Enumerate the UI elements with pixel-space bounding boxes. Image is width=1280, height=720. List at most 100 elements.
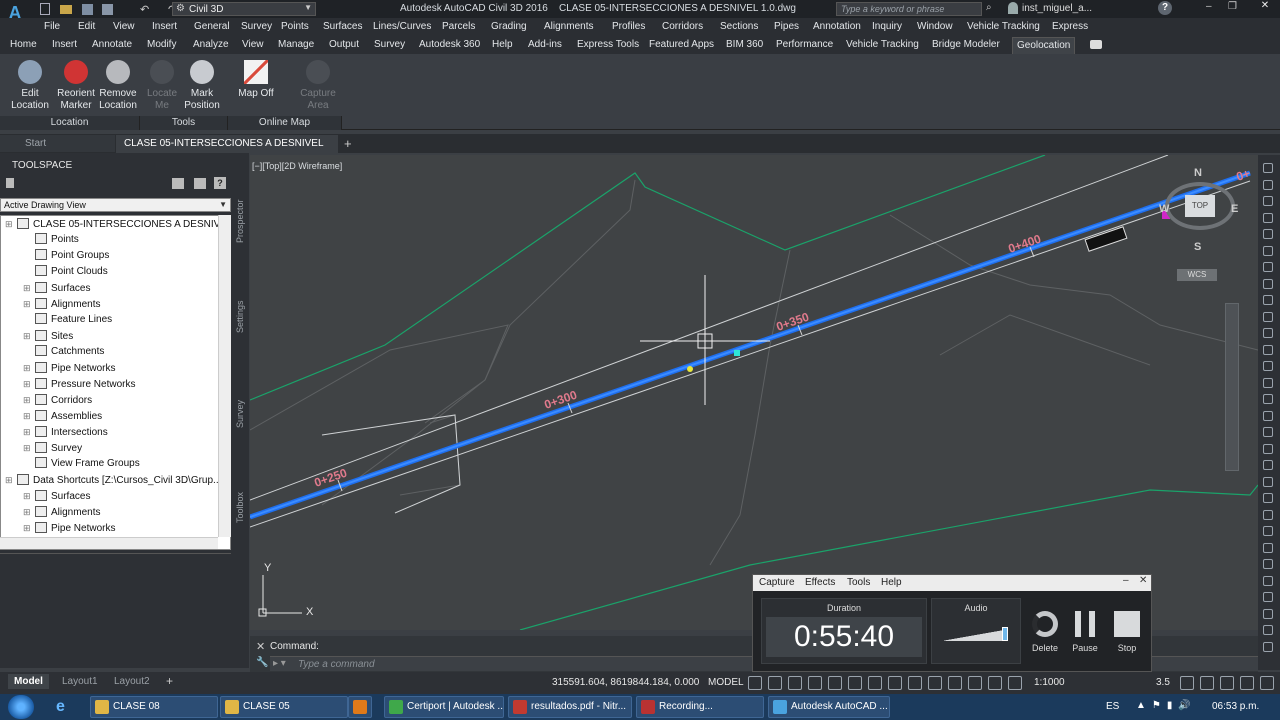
palette-tool-icon[interactable] xyxy=(1263,443,1273,454)
layout-tab-model[interactable]: Model xyxy=(8,674,49,689)
tab-performance[interactable]: Performance xyxy=(776,39,833,50)
expand-icon[interactable]: ⊞ xyxy=(23,392,35,408)
status-toggle-icon[interactable] xyxy=(768,676,782,690)
tab-bim-360[interactable]: BIM 360 xyxy=(726,39,763,50)
taskbar-button[interactable]: CLASE 08 xyxy=(90,696,218,718)
taskbar-button[interactable]: CLASE 05 xyxy=(220,696,348,718)
expand-icon[interactable]: ⊞ xyxy=(23,296,35,312)
expand-icon[interactable]: ⊞ xyxy=(23,328,35,344)
maximize-button[interactable]: ❐ xyxy=(1228,1,1237,12)
close-button[interactable]: ✕ xyxy=(1252,0,1278,16)
help-icon[interactable]: ? xyxy=(1158,1,1172,15)
tree-item-assemblies[interactable]: ⊞ Assemblies xyxy=(1,408,230,424)
help-icon[interactable]: ? xyxy=(214,177,226,189)
ribbon-button-capture[interactable]: Capture Area xyxy=(296,60,340,112)
ribbon-button-edit[interactable]: Edit Location xyxy=(8,60,52,112)
tree-item-point-groups[interactable]: Point Groups xyxy=(1,248,230,264)
palette-tool-icon[interactable] xyxy=(1263,542,1273,553)
recorder-menu-help[interactable]: Help xyxy=(881,577,902,588)
new-tab-button[interactable]: + xyxy=(344,136,352,151)
menu-sections[interactable]: Sections xyxy=(720,21,758,32)
tab-output[interactable]: Output xyxy=(329,39,359,50)
status-toggle-icon[interactable] xyxy=(908,676,922,690)
palette-tool-icon[interactable] xyxy=(1263,245,1273,256)
tab-home[interactable]: Home xyxy=(10,39,37,50)
palette-tool-icon[interactable] xyxy=(1263,625,1273,635)
menu-points[interactable]: Points xyxy=(281,21,309,32)
tab-annotate[interactable]: Annotate xyxy=(92,39,132,50)
taskbar-button[interactable]: Recording... xyxy=(636,696,764,718)
status-toggle-icon[interactable] xyxy=(968,676,982,690)
palette-tool-icon[interactable] xyxy=(1263,196,1273,206)
taskbar-button[interactable]: Certiport | Autodesk ... xyxy=(384,696,504,718)
view-dropdown[interactable]: Active Drawing View ▼ xyxy=(0,198,231,212)
tab-modify[interactable]: Modify xyxy=(147,39,176,50)
tree-item-feature-lines[interactable]: Feature Lines xyxy=(1,312,230,328)
palette-tool-icon[interactable] xyxy=(1263,163,1273,173)
status-toggle-icon[interactable] xyxy=(1240,676,1254,690)
recorder-menu-tools[interactable]: Tools xyxy=(847,577,870,588)
menu-express[interactable]: Express xyxy=(1052,21,1088,32)
side-tab-prospector[interactable]: Prospector xyxy=(235,199,245,243)
tab-add-ins[interactable]: Add-ins xyxy=(528,39,562,50)
layout-tab-layout2[interactable]: Layout2 xyxy=(108,674,156,689)
tab-start[interactable]: Start xyxy=(0,135,115,152)
status-toggle-icon[interactable] xyxy=(1260,676,1274,690)
palette-tool-icon[interactable] xyxy=(1263,377,1273,388)
side-tab-toolbox[interactable]: Toolbox xyxy=(235,492,245,523)
palette-tool-icon[interactable] xyxy=(1263,229,1273,239)
audio-slider-thumb[interactable] xyxy=(1002,627,1008,641)
palette-tool-icon[interactable] xyxy=(1263,278,1273,289)
expand-icon[interactable]: ⊞ xyxy=(23,408,35,424)
palette-tool-icon[interactable] xyxy=(1263,460,1273,470)
tree-item-corridors[interactable]: ⊞ Corridors xyxy=(1,392,230,408)
viewcube-top-face[interactable]: TOP xyxy=(1185,195,1215,217)
side-tab-settings[interactable]: Settings xyxy=(235,300,245,333)
tab-analyze[interactable]: Analyze xyxy=(193,39,229,50)
menu-profiles[interactable]: Profiles xyxy=(612,21,645,32)
palette-tool-icon[interactable] xyxy=(1263,427,1273,437)
palette-tool-icon[interactable] xyxy=(1263,493,1273,503)
status-toggle-icon[interactable] xyxy=(1180,676,1194,690)
tab-view[interactable]: View xyxy=(242,39,264,50)
palette-tool-icon[interactable] xyxy=(1263,476,1273,487)
palette-tool-icon[interactable] xyxy=(1263,394,1273,404)
expand-icon[interactable]: ⊞ xyxy=(23,520,35,536)
delete-button[interactable]: Delete xyxy=(1029,611,1061,657)
pause-button[interactable]: Pause xyxy=(1069,611,1101,657)
palette-tool-icon[interactable] xyxy=(1263,361,1273,371)
taskbar-button[interactable]: Autodesk AutoCAD ... xyxy=(768,696,890,718)
taskbar-button[interactable]: resultados.pdf - Nitr... xyxy=(508,696,632,718)
menu-edit[interactable]: Edit xyxy=(78,21,95,32)
workspace-dropdown[interactable]: ⚙ Civil 3D ▼ xyxy=(172,2,316,16)
tree-item-surfaces[interactable]: ⊞ Surfaces xyxy=(1,280,230,296)
expand-icon[interactable]: ⊞ xyxy=(23,424,35,440)
user-icon[interactable] xyxy=(1008,2,1018,14)
palette-tool-icon[interactable] xyxy=(1263,559,1273,569)
menu-annotation[interactable]: Annotation xyxy=(813,21,861,32)
add-layout-button[interactable]: + xyxy=(166,674,173,688)
status-toggle-icon[interactable] xyxy=(808,676,822,690)
recorder-menu-effects[interactable]: Effects xyxy=(805,577,835,588)
status-toggle-icon[interactable] xyxy=(1008,676,1022,690)
tab-autodesk-360[interactable]: Autodesk 360 xyxy=(419,39,480,50)
palette-tool-icon[interactable] xyxy=(1263,262,1273,272)
status-toggle-icon[interactable] xyxy=(988,676,1002,690)
tab-survey[interactable]: Survey xyxy=(374,39,405,50)
palette-tool-icon[interactable] xyxy=(1263,575,1273,586)
tree-shortcut-pipe-networks[interactable]: ⊞ Pipe Networks xyxy=(1,520,230,536)
tree-item-point-clouds[interactable]: Point Clouds xyxy=(1,264,230,280)
menu-view[interactable]: View xyxy=(113,21,135,32)
tree-item-points[interactable]: Points xyxy=(1,232,230,248)
search-icon[interactable]: ⌕ xyxy=(986,2,992,13)
tree-item-pressure-networks[interactable]: ⊞ Pressure Networks xyxy=(1,376,230,392)
menu-surfaces[interactable]: Surfaces xyxy=(323,21,362,32)
save-icon[interactable] xyxy=(82,4,93,15)
tree-item-alignments[interactable]: ⊞ Alignments xyxy=(1,296,230,312)
annotation-scale[interactable]: 1:1000 xyxy=(1034,677,1065,688)
menu-grading[interactable]: Grading xyxy=(491,21,527,32)
tree-scrollbar-horizontal[interactable] xyxy=(0,537,218,549)
ribbon-button-reorient[interactable]: Reorient Marker xyxy=(54,60,98,112)
tab-insert[interactable]: Insert xyxy=(52,39,77,50)
expand-icon[interactable]: ⊞ xyxy=(5,472,17,488)
